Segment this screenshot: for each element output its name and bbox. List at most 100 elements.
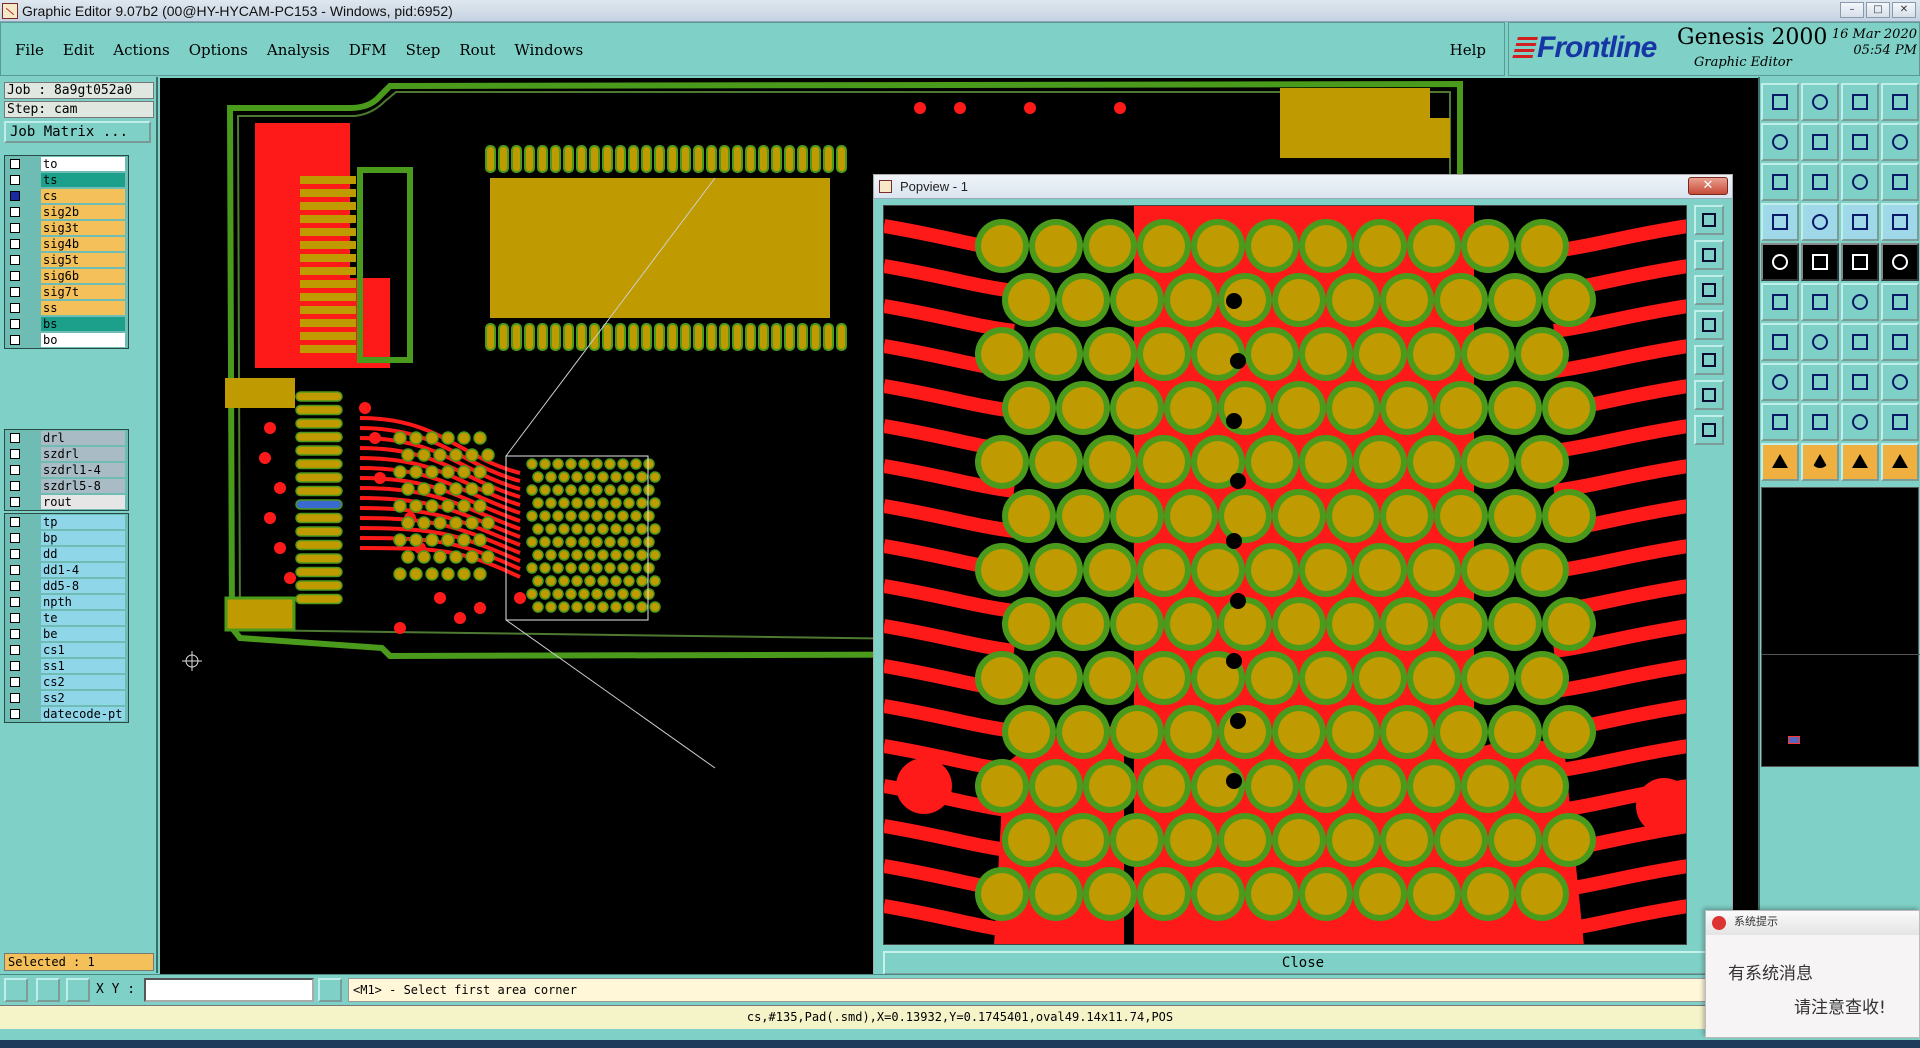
- copy-icon[interactable]: [1841, 123, 1879, 161]
- layer-row-szdrl[interactable]: szdrl: [5, 446, 128, 462]
- popview-close-button[interactable]: Close: [883, 951, 1723, 975]
- cross-icon[interactable]: [1801, 283, 1839, 321]
- minimize-button[interactable]: –: [1840, 2, 1864, 18]
- info-icon[interactable]: [318, 978, 342, 1002]
- layer-name[interactable]: sig3t: [41, 221, 125, 235]
- save-icon[interactable]: [1801, 83, 1839, 121]
- layer-checkbox[interactable]: [10, 255, 20, 265]
- menu-windows[interactable]: Windows: [514, 41, 583, 59]
- layer-row-ts[interactable]: ts: [5, 172, 128, 188]
- layer-checkbox[interactable]: [10, 303, 20, 313]
- layer-row-ss2[interactable]: ss2: [5, 690, 128, 706]
- grid-toggle-icon[interactable]: [1801, 203, 1839, 241]
- layer-name[interactable]: sig6b: [41, 269, 125, 283]
- navigation-map[interactable]: [1761, 487, 1920, 767]
- layer-checkbox[interactable]: [10, 175, 20, 185]
- measure-icon[interactable]: [36, 978, 60, 1002]
- circle-icon[interactable]: [1881, 243, 1919, 281]
- menu-analysis[interactable]: Analysis: [267, 41, 330, 59]
- triangle-icon[interactable]: [1761, 403, 1799, 441]
- layer-checkbox[interactable]: [10, 191, 20, 201]
- select-plus-icon[interactable]: [1801, 443, 1839, 481]
- layer-checkbox[interactable]: [10, 207, 20, 217]
- text-b-icon[interactable]: [1841, 403, 1879, 441]
- layer-name[interactable]: cs1: [41, 643, 125, 657]
- maximize-button[interactable]: □: [1866, 2, 1890, 18]
- layer-name[interactable]: bp: [41, 531, 125, 545]
- layer-name[interactable]: bo: [41, 333, 125, 347]
- layer-name[interactable]: to: [41, 157, 125, 171]
- layer-name[interactable]: npth: [41, 595, 125, 609]
- layer-row-bo[interactable]: bo: [5, 332, 128, 348]
- layer-row-cs2[interactable]: cs2: [5, 674, 128, 690]
- bga-zoom-view[interactable]: [884, 206, 1687, 945]
- node-icon[interactable]: [1761, 283, 1799, 321]
- layer-name[interactable]: rout: [41, 495, 125, 509]
- popview-close-icon[interactable]: ✕: [1688, 177, 1728, 195]
- popview-pan-left-icon[interactable]: [1694, 310, 1724, 340]
- layer-name[interactable]: sig5t: [41, 253, 125, 267]
- layer-row-ss1[interactable]: ss1: [5, 658, 128, 674]
- layer-checkbox[interactable]: [10, 693, 20, 703]
- layer-row-sig3t[interactable]: sig3t: [5, 220, 128, 236]
- menu-help[interactable]: Help: [1450, 41, 1486, 59]
- menu-options[interactable]: Options: [189, 41, 248, 59]
- zoom-icon[interactable]: [1761, 203, 1799, 241]
- layer-name[interactable]: szdrl: [41, 447, 125, 461]
- layer-checkbox[interactable]: [10, 481, 20, 491]
- layer-checkbox[interactable]: [10, 629, 20, 639]
- layer-name[interactable]: sig2b: [41, 205, 125, 219]
- layer-checkbox[interactable]: [10, 581, 20, 591]
- layer-checkbox[interactable]: [10, 597, 20, 607]
- layer-name[interactable]: szdrl1-4: [41, 463, 125, 477]
- layer-name[interactable]: tp: [41, 515, 125, 529]
- layer-name[interactable]: datecode-pt: [41, 707, 125, 721]
- pad-icon[interactable]: [1761, 243, 1799, 281]
- scale-icon[interactable]: [1841, 163, 1879, 201]
- layer-name[interactable]: te: [41, 611, 125, 625]
- layer-name[interactable]: ss2: [41, 691, 125, 705]
- layer-row-bp[interactable]: bp: [5, 530, 128, 546]
- snap-icon[interactable]: [4, 978, 28, 1002]
- popview-pan-up-icon[interactable]: [1694, 275, 1724, 305]
- layer-checkbox[interactable]: [10, 533, 20, 543]
- layer-checkbox[interactable]: [10, 613, 20, 623]
- layer-name[interactable]: dd: [41, 547, 125, 561]
- layer-name[interactable]: sig4b: [41, 237, 125, 251]
- highlight-net-icon[interactable]: [1841, 203, 1879, 241]
- close-window-button[interactable]: ✕: [1892, 2, 1916, 18]
- layer-name[interactable]: dd1-4: [41, 563, 125, 577]
- draw-line-icon[interactable]: [1761, 323, 1799, 361]
- popview-pan-right-icon[interactable]: [1694, 345, 1724, 375]
- layer-row-npth[interactable]: npth: [5, 594, 128, 610]
- ruler-icon[interactable]: [1841, 243, 1879, 281]
- layer-checkbox[interactable]: [10, 335, 20, 345]
- xy-input[interactable]: [144, 978, 314, 1002]
- layer-row-cs[interactable]: cs: [5, 188, 128, 204]
- layer-row-sig6b[interactable]: sig6b: [5, 268, 128, 284]
- layer-row-rout[interactable]: rout: [5, 494, 128, 510]
- layer-checkbox[interactable]: [10, 661, 20, 671]
- layer-checkbox[interactable]: [10, 497, 20, 507]
- layer-checkbox[interactable]: [10, 549, 20, 559]
- layer-name[interactable]: ss: [41, 301, 125, 315]
- layer-row-be[interactable]: be: [5, 626, 128, 642]
- layer-checkbox[interactable]: [10, 449, 20, 459]
- popview-title-bar[interactable]: Popview - 1 ✕: [874, 175, 1732, 199]
- select-icon[interactable]: [1761, 443, 1799, 481]
- system-notification[interactable]: 系统提示 有系统消息 请注意查收!: [1705, 910, 1920, 1038]
- layer-row-bs[interactable]: bs: [5, 316, 128, 332]
- menu-dfm[interactable]: DFM: [349, 41, 387, 59]
- layer-checkbox[interactable]: [10, 465, 20, 475]
- layer-name[interactable]: bs: [41, 317, 125, 331]
- slash-icon[interactable]: [1801, 323, 1839, 361]
- menu-step[interactable]: Step: [406, 41, 441, 59]
- filter-icon[interactable]: [1881, 123, 1919, 161]
- layer-row-tp[interactable]: tp: [5, 514, 128, 530]
- layer-row-szdrl1-4[interactable]: szdrl1-4: [5, 462, 128, 478]
- select-minus-icon[interactable]: [1841, 443, 1879, 481]
- text-c-icon[interactable]: [1881, 403, 1919, 441]
- layer-checkbox[interactable]: [10, 271, 20, 281]
- popview-zoom-in-icon[interactable]: [1694, 205, 1724, 235]
- layer-name[interactable]: szdrl5-8: [41, 479, 125, 493]
